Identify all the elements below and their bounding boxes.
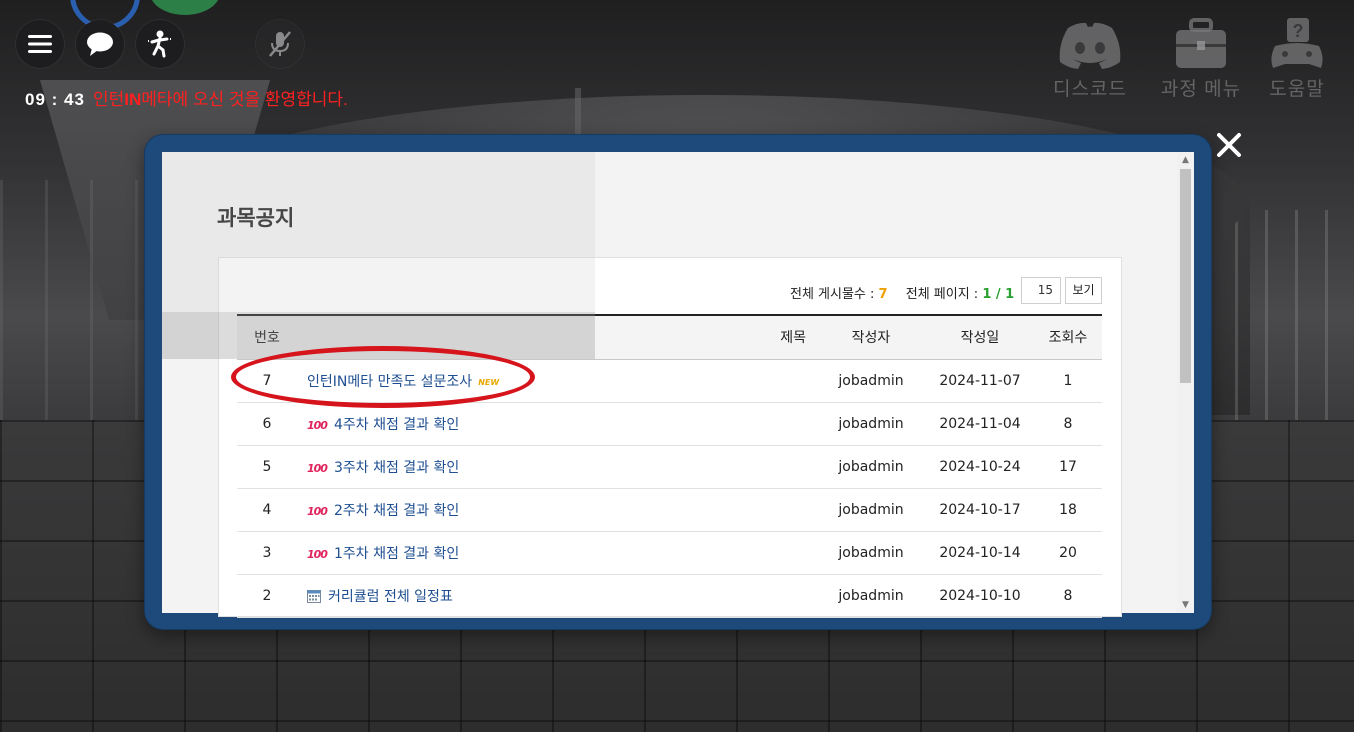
row-views: 8 — [1034, 574, 1102, 618]
total-pages-label: 전체 페이지 : — [905, 287, 983, 302]
row-number: 2 — [237, 574, 297, 618]
row-date: 2024-10-17 — [926, 488, 1034, 532]
scroll-down-arrow-icon[interactable]: ▼ — [1177, 597, 1194, 613]
timer-welcome-line: 09 : 43 인턴IN메타에 오신 것을 환영합니다. — [25, 85, 348, 110]
row-number: 4 — [237, 488, 297, 532]
row-author: jobadmin — [816, 445, 926, 489]
view-button[interactable]: 보기 — [1065, 277, 1102, 304]
board-summary: 전체 게시물수 : 7 전체 페이지 : 1 / 1 — [790, 283, 1014, 302]
100-emoji-icon: 100 — [307, 504, 328, 518]
table-row[interactable]: 5 100 3주차 채점 결과 확인 jobadmin 2024-10-24 17 — [237, 445, 1102, 489]
table-row[interactable]: 6 100 4주차 채점 결과 확인 jobadmin 2024-11-04 8 — [237, 402, 1102, 446]
notice-title-link[interactable]: 3주차 채점 결과 확인 — [334, 460, 459, 476]
row-date: 2024-10-10 — [926, 574, 1034, 618]
welcome-text-bold: IN — [124, 90, 142, 109]
row-number: 3 — [237, 531, 297, 575]
row-author: jobadmin — [816, 359, 926, 403]
course-menu-button[interactable]: 과정 메뉴 — [1155, 18, 1247, 101]
welcome-text-2: 메타에 오신 것을 환영합니다. — [141, 90, 348, 109]
discord-button[interactable]: 디스코드 — [1046, 18, 1134, 101]
row-views: 17 — [1034, 445, 1102, 489]
discord-icon — [1059, 22, 1121, 69]
notice-title-link[interactable]: 2주차 채점 결과 확인 — [334, 503, 459, 519]
highlight-annotation-ellipse — [231, 346, 535, 408]
row-title-cell: 100 2주차 채점 결과 확인 — [297, 488, 816, 532]
session-timer: 09 : 43 — [25, 90, 85, 109]
table-row[interactable]: 4 100 2주차 채점 결과 확인 jobadmin 2024-10-17 18 — [237, 488, 1102, 532]
welcome-message: 인턴IN메타에 오신 것을 환영합니다. — [93, 90, 348, 109]
welcome-text-1: 인턴 — [92, 90, 125, 109]
100-emoji-icon: 100 — [307, 547, 328, 561]
row-author: jobadmin — [816, 574, 926, 618]
total-posts-label: 전체 게시물수 : — [790, 287, 879, 302]
row-title-cell: 100 3주차 채점 결과 확인 — [297, 445, 816, 489]
svg-text:?: ? — [1293, 21, 1304, 41]
notice-title-link[interactable]: 1주차 채점 결과 확인 — [334, 546, 459, 562]
modal-close-button[interactable] — [1212, 128, 1246, 162]
course-menu-label: 과정 메뉴 — [1160, 79, 1242, 100]
row-title-cell: 100 4주차 채점 결과 확인 — [297, 402, 816, 446]
modal-scrollbar[interactable]: ▲ ▼ — [1177, 152, 1194, 613]
row-views: 1 — [1034, 359, 1102, 403]
close-icon — [1217, 133, 1241, 157]
row-date: 2024-11-04 — [926, 402, 1034, 446]
row-author: jobadmin — [816, 531, 926, 575]
table-row[interactable]: 3 100 1주차 채점 결과 확인 jobadmin 2024-10-14 20 — [237, 531, 1102, 575]
notice-title-link[interactable]: 4주차 채점 결과 확인 — [334, 417, 459, 433]
help-button[interactable]: ? 도움말 — [1262, 18, 1332, 101]
row-title-cell: 100 1주차 채점 결과 확인 — [297, 531, 816, 575]
help-gamepad-icon: ? — [1271, 18, 1323, 68]
total-pages-value: 1 / 1 — [982, 287, 1015, 302]
row-title-cell: 커리큘럼 전체 일정표 — [297, 574, 816, 618]
row-number: 5 — [237, 445, 297, 489]
person-action-icon — [148, 30, 172, 58]
row-views: 8 — [1034, 402, 1102, 446]
row-date: 2024-10-14 — [926, 531, 1034, 575]
row-number: 6 — [237, 402, 297, 446]
row-views: 18 — [1034, 488, 1102, 532]
chat-button[interactable] — [76, 20, 124, 68]
total-posts-count: 7 — [878, 287, 888, 302]
action-button[interactable] — [136, 20, 184, 68]
100-emoji-icon: 100 — [307, 418, 328, 432]
mic-toggle-button[interactable] — [256, 20, 304, 68]
briefcase-icon — [1176, 18, 1226, 68]
row-date: 2024-11-07 — [926, 359, 1034, 403]
calendar-icon — [307, 589, 321, 603]
100-emoji-icon: 100 — [307, 461, 328, 475]
notice-title-link[interactable]: 커리큘럼 전체 일정표 — [328, 589, 453, 605]
chat-bubble-icon — [87, 32, 113, 56]
scrollbar-thumb[interactable] — [1180, 169, 1191, 383]
scroll-up-arrow-icon[interactable]: ▲ — [1177, 152, 1194, 168]
help-label: 도움말 — [1269, 79, 1325, 100]
col-date: 작성일 — [926, 314, 1034, 360]
page-size-input[interactable]: 15 — [1021, 277, 1061, 304]
col-views: 조회수 — [1034, 314, 1102, 360]
row-date: 2024-10-24 — [926, 445, 1034, 489]
row-author: jobadmin — [816, 488, 926, 532]
row-views: 20 — [1034, 531, 1102, 575]
menu-button[interactable] — [16, 20, 64, 68]
microphone-muted-icon — [269, 31, 291, 57]
hamburger-menu-icon — [28, 35, 52, 53]
row-author: jobadmin — [816, 402, 926, 446]
table-row[interactable]: 2 커리큘럼 전체 일정표 jobadmin 2024-10-10 8 — [237, 574, 1102, 618]
discord-label: 디스코드 — [1053, 79, 1127, 100]
col-author: 작성자 — [816, 314, 926, 360]
